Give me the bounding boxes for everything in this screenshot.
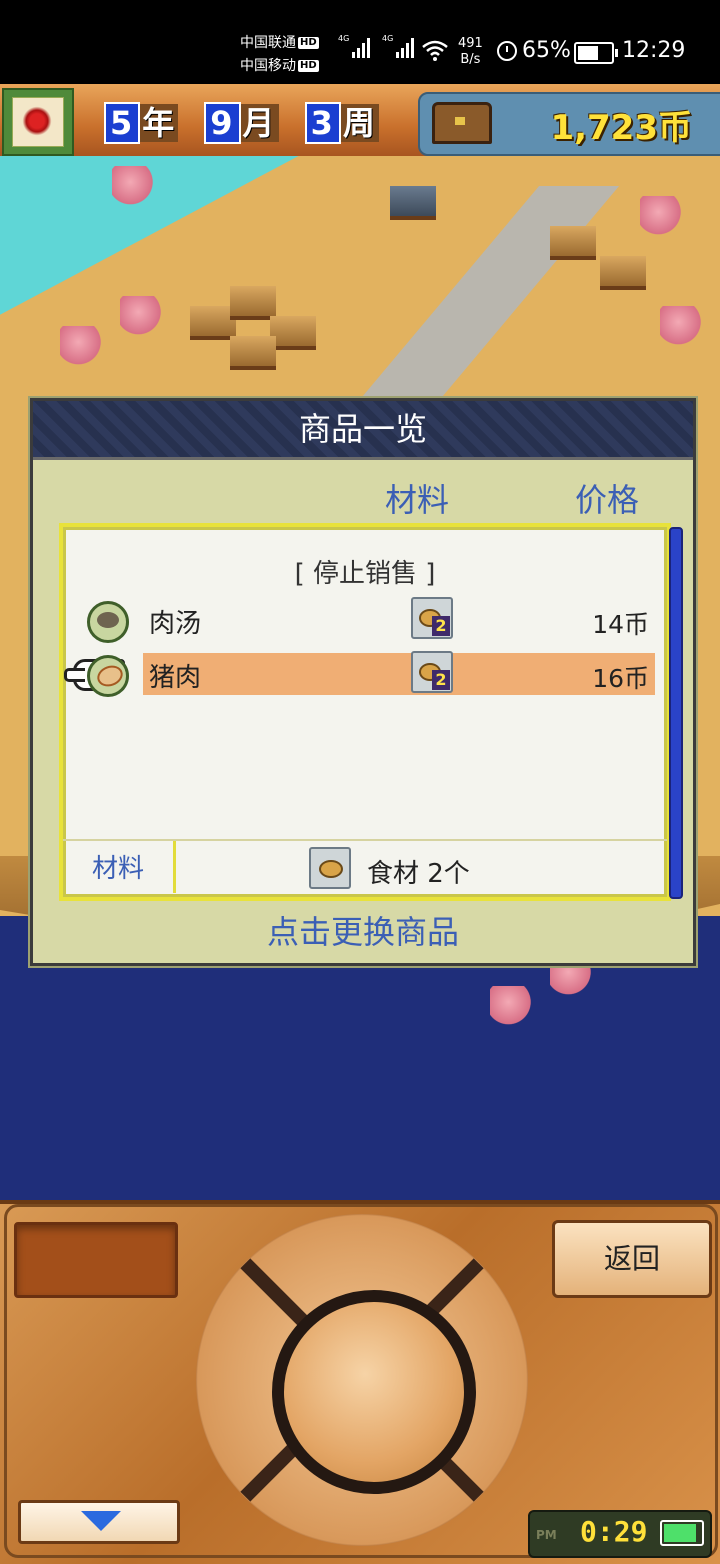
meat-soup-icon [87,601,129,643]
hd-badge-2: HD [298,60,319,72]
product-name: 肉汤 [149,609,202,639]
column-header-material: 材料 [385,481,450,519]
thatched-house [230,336,276,370]
game-clock: 0:29 [580,1515,648,1548]
left-slot-button[interactable] [14,1222,178,1298]
battery-percent: 65% [522,38,571,63]
ingredient-icon [309,847,351,889]
net-speed-value: 491 [458,36,483,51]
sakura-tree [120,296,166,336]
ingredient-icon: 2 [411,597,453,639]
sakura-tree [640,196,686,236]
year-unit: 年 [140,104,179,142]
wifi-icon [422,40,448,61]
dialog-header: 商品一览 [33,401,693,460]
game-battery-icon [660,1520,704,1546]
ingredient-icon: 2 [411,651,453,693]
network-type-2: 4G [382,34,394,43]
game-date: 5年9月3周 [104,98,379,144]
pork-icon [87,655,129,697]
firework-icon [20,104,54,138]
material-qty: 2 [432,616,450,636]
net-speed: 491 B/s [458,36,483,68]
product-list: [ 停止销售 ] 肉汤 2 14币 猪肉 2 16币 材料 食材 2个 [59,523,671,901]
battery-icon [574,42,618,64]
carrier-2: 中国移动 [240,58,296,74]
year-number: 5 [104,102,141,144]
down-arrow-icon [81,1511,121,1531]
thatched-house [550,226,596,260]
net-speed-unit: B/s [460,52,481,67]
sakura-tree [490,986,536,1026]
product-price: 14币 [592,610,649,639]
carrier-1: 中国联通 [240,35,296,51]
change-product-hint[interactable]: 点击更换商品 [33,907,693,953]
product-name: 猪肉 [149,663,202,693]
back-button[interactable]: 返回 [552,1220,712,1298]
thatched-house [270,316,316,350]
product-row-pork[interactable]: 猪肉 2 16币 [143,651,655,695]
product-list-dialog: 商品一览 材料 价格 [ 停止销售 ] 肉汤 2 14币 猪肉 2 16币 材料… [30,398,696,966]
list-scrollbar[interactable] [669,527,683,899]
scroll-down-button[interactable] [18,1500,180,1544]
week-number: 3 [304,102,341,144]
menu-emblem-button[interactable] [2,88,74,156]
material-summary-value: 食材 2个 [367,859,470,889]
column-header-price: 价格 [575,481,640,519]
sakura-tree [660,306,706,346]
signal-icon-1: 4G [338,34,372,58]
hd-badge-1: HD [298,37,319,49]
thatched-house [230,286,276,320]
sakura-tree [112,166,158,206]
carrier-info: 中国联通 HD 中国移动 HD [240,32,319,78]
week-unit: 周 [340,104,379,142]
material-summary-label: 材料 [63,841,176,893]
network-type-1: 4G [338,34,350,43]
ampm-indicator: PM [536,1528,557,1542]
money-amount: 1,723币 [550,108,692,148]
product-price: 16币 [592,664,649,693]
sakura-tree [60,326,106,366]
signal-icon-2: 4G [382,34,416,58]
shop-building [390,186,436,220]
stop-sale-option[interactable]: [ 停止销售 ] [63,553,667,590]
status-time: 12:29 [622,38,686,63]
material-summary: 材料 食材 2个 [63,839,667,893]
status-bar: 中国联通 HD 中国移动 HD 4G 4G 491 B/s 65% 12:29 [0,0,720,84]
treasure-chest-icon [432,102,492,144]
dpad-center-button[interactable] [272,1290,476,1494]
alarm-icon [497,41,517,61]
material-qty: 2 [432,670,450,690]
dialog-title: 商品一览 [298,410,427,448]
month-number: 9 [204,102,241,144]
thatched-house [600,256,646,290]
product-row-meat-soup[interactable]: 肉汤 2 14币 [143,597,655,641]
month-unit: 月 [240,104,279,142]
